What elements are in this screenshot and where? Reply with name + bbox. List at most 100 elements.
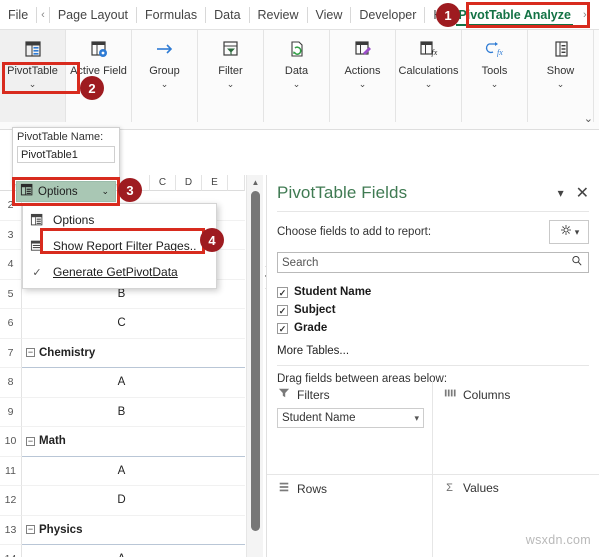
row-header[interactable]: 3 <box>0 220 22 250</box>
fields-settings-button[interactable]: ▾ <box>549 220 589 244</box>
grid-cell[interactable]: D <box>22 486 245 516</box>
grid-cell[interactable]: B <box>22 398 245 427</box>
row-header[interactable]: 4 <box>0 250 22 280</box>
more-tables-link[interactable]: More Tables... <box>267 337 599 357</box>
fields-pane-header: PivotTable Fields ▾ ✕ <box>267 175 599 211</box>
menu-item-generate-getpivotdata[interactable]: ✓ Generate GetPivotData <box>23 259 216 285</box>
close-icon[interactable]: ✕ <box>570 183 589 203</box>
page-title: PivotTable Fields <box>277 183 408 202</box>
row-header[interactable]: 8 <box>0 368 22 398</box>
grid-cell[interactable]: C <box>22 309 245 339</box>
scrollbar-thumb[interactable] <box>251 191 260 531</box>
row-header[interactable]: 10 <box>0 427 22 457</box>
grid-cell[interactable]: A <box>22 457 245 486</box>
ribbon-collapse-button[interactable]: ⌄ <box>584 112 593 125</box>
field-item-student-name[interactable]: ✓ Student Name <box>277 283 589 301</box>
grid-cell-group[interactable]: − Physics <box>22 516 245 545</box>
row-header[interactable]: 9 <box>0 397 22 427</box>
menu-item-show-report-filter-pages[interactable]: Show Report Filter Pages.. <box>23 233 216 259</box>
field-item-grade[interactable]: ✓ Grade <box>277 319 589 337</box>
row-header[interactable]: 5 <box>0 279 22 309</box>
row-header[interactable]: 14 <box>0 545 22 557</box>
ribbon-group-actions[interactable]: Actions ⌄ <box>330 30 396 122</box>
ribbon-group-group[interactable]: Group ⌄ <box>132 30 198 122</box>
chevron-down-icon[interactable]: ⌄ <box>161 79 169 90</box>
filter-field-pill-student-name[interactable]: Student Name ▾ <box>277 408 424 428</box>
tab-formulas[interactable]: Formulas <box>137 0 205 30</box>
row-header[interactable]: 6 <box>0 309 22 339</box>
chevron-down-icon[interactable]: ⌄ <box>491 79 499 90</box>
checkbox[interactable]: ✓ <box>277 304 288 316</box>
table-row[interactable]: 8 A <box>0 368 245 398</box>
tab-view[interactable]: View <box>308 0 351 30</box>
ribbon-group-pivottable[interactable]: PivotTable ⌄ <box>0 30 66 122</box>
row-header[interactable]: 13 <box>0 515 22 545</box>
area-rows[interactable]: Rows <box>267 475 433 557</box>
column-header-e[interactable]: E <box>202 175 228 191</box>
chevron-down-icon[interactable]: ▾ <box>575 227 580 238</box>
collapse-icon[interactable]: − <box>26 348 35 358</box>
vertical-scrollbar[interactable]: ▲ <box>246 175 263 557</box>
table-row[interactable]: 13 − Physics <box>0 515 245 545</box>
ribbon-group-label: Calculations <box>398 65 459 77</box>
ribbon-group-active-field[interactable]: Active Field ⌄ <box>66 30 132 122</box>
chevron-down-icon[interactable]: ⌄ <box>293 79 301 90</box>
chevron-down-icon[interactable]: ⌄ <box>557 79 565 90</box>
pivottable-name-input[interactable]: PivotTable1 <box>17 146 115 163</box>
ribbon-group-show[interactable]: Show ⌄ <box>528 30 594 122</box>
ribbon-group-filter[interactable]: Filter ⌄ <box>198 30 264 122</box>
table-row[interactable]: 14 A <box>0 545 245 557</box>
table-row[interactable]: 11 A <box>0 456 245 486</box>
tab-page-layout[interactable]: Page Layout <box>50 0 136 30</box>
table-row[interactable]: 12 D <box>0 486 245 516</box>
menu-item-options[interactable]: Options <box>23 207 216 233</box>
tab-file[interactable]: File <box>0 0 36 30</box>
gear-icon <box>559 223 573 242</box>
chevron-down-icon[interactable]: ▾ <box>414 413 419 424</box>
pill-label: Student Name <box>282 412 356 424</box>
scroll-up-icon[interactable]: ▲ <box>247 175 264 189</box>
chevron-down-icon[interactable]: ⌄ <box>101 186 109 197</box>
chevron-down-icon[interactable]: ▾ <box>552 186 570 200</box>
chevron-down-icon[interactable]: ⌄ <box>227 79 235 90</box>
options-button[interactable]: Options ⌄ <box>16 181 116 202</box>
chevron-down-icon[interactable]: ⌄ <box>425 79 433 90</box>
table-row[interactable]: 7 − Chemistry <box>0 338 245 368</box>
grid-cell[interactable]: A <box>22 368 245 398</box>
tab-data[interactable]: Data <box>206 0 248 30</box>
tab-scroll-left[interactable]: ‹ <box>37 0 49 30</box>
column-header-c[interactable]: C <box>150 175 176 191</box>
ribbon-group-data[interactable]: Data ⌄ <box>264 30 330 122</box>
checkbox[interactable]: ✓ <box>277 322 288 334</box>
report-filter-pages-icon <box>29 239 45 253</box>
table-row[interactable]: 10 − Math <box>0 427 245 457</box>
collapse-icon[interactable]: − <box>26 436 35 446</box>
table-row[interactable]: 9 B <box>0 397 245 427</box>
grid-cell-group[interactable]: − Math <box>22 427 245 457</box>
pivottable-name-panel: PivotTable Name: PivotTable1 <box>12 127 120 185</box>
ribbon-group-label: Actions <box>344 65 381 77</box>
grid-cell[interactable]: A <box>22 545 245 557</box>
collapse-icon[interactable]: − <box>26 525 35 535</box>
field-item-subject[interactable]: ✓ Subject <box>277 301 589 319</box>
column-header-d[interactable]: D <box>176 175 202 191</box>
column-header-f[interactable] <box>228 175 245 191</box>
ribbon-group-tools[interactable]: fx Tools ⌄ <box>462 30 528 122</box>
table-row[interactable]: 6 C <box>0 309 245 339</box>
area-columns[interactable]: Columns <box>433 381 599 475</box>
tab-scroll-right[interactable]: › <box>579 0 591 30</box>
chevron-down-icon[interactable]: ⌄ <box>29 79 37 90</box>
chevron-down-icon[interactable]: ⌄ <box>359 79 367 90</box>
search-icon[interactable] <box>570 254 584 271</box>
search-input[interactable]: Search <box>277 252 589 273</box>
area-filters[interactable]: Filters Student Name ▾ <box>267 381 433 475</box>
tab-developer[interactable]: Developer <box>351 0 424 30</box>
tab-review[interactable]: Review <box>250 0 307 30</box>
checkbox[interactable]: ✓ <box>277 286 288 298</box>
row-header[interactable]: 12 <box>0 486 22 516</box>
ribbon-group-calculations[interactable]: fx Calculations ⌄ <box>396 30 462 122</box>
row-header[interactable]: 11 <box>0 456 22 486</box>
grid-cell-group[interactable]: − Chemistry <box>22 339 245 368</box>
tab-pivottable-analyze[interactable]: PivotTable Analyze <box>450 0 579 30</box>
row-header[interactable]: 7 <box>0 338 22 368</box>
